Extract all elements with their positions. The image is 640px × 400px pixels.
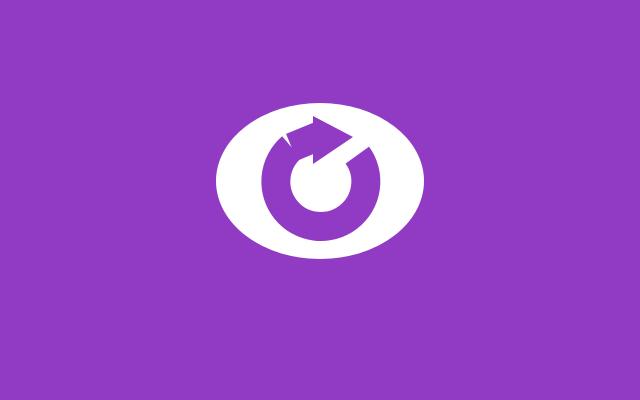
- splash-background: [0, 0, 640, 400]
- refresh-arrow-eye-icon: [0, 0, 640, 400]
